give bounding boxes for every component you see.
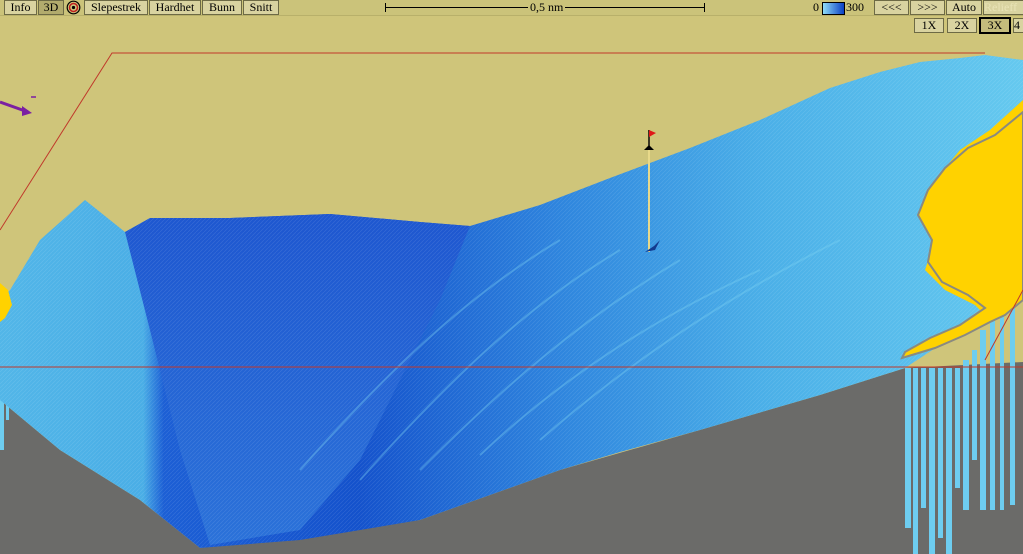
bottom-button[interactable]: Bunn — [202, 0, 242, 15]
depth-color-scale — [822, 2, 845, 15]
depth-max-label: 300 — [846, 0, 864, 14]
hardness-button[interactable]: Hardhet — [149, 0, 201, 15]
top-toolbar: Info 3D Slepestrek Hardhet Bunn Snitt 0,… — [0, 0, 1023, 16]
section-button[interactable]: Snitt — [243, 0, 279, 15]
scale-label: 0,5 nm — [528, 0, 566, 15]
3d-bathymetry-view[interactable] — [0, 0, 1023, 554]
zoom-3x-button[interactable]: 3X — [979, 17, 1011, 34]
zoom-1x-button[interactable]: 1X — [914, 18, 944, 33]
next-button[interactable]: >>> — [910, 0, 945, 15]
relief-button[interactable]: Relieff — [983, 0, 1023, 15]
zoom-2x-button[interactable]: 2X — [947, 18, 977, 33]
3d-view-button[interactable]: 3D — [38, 0, 64, 15]
info-button[interactable]: Info — [4, 0, 37, 15]
target-circle-icon[interactable] — [66, 0, 81, 15]
depth-min-label: 0 — [813, 0, 819, 14]
zoom-4x-button[interactable]: 4 — [1013, 18, 1023, 33]
previous-button[interactable]: <<< — [874, 0, 909, 15]
auto-button[interactable]: Auto — [946, 0, 982, 15]
tow-track-button[interactable]: Slepestrek — [84, 0, 148, 15]
